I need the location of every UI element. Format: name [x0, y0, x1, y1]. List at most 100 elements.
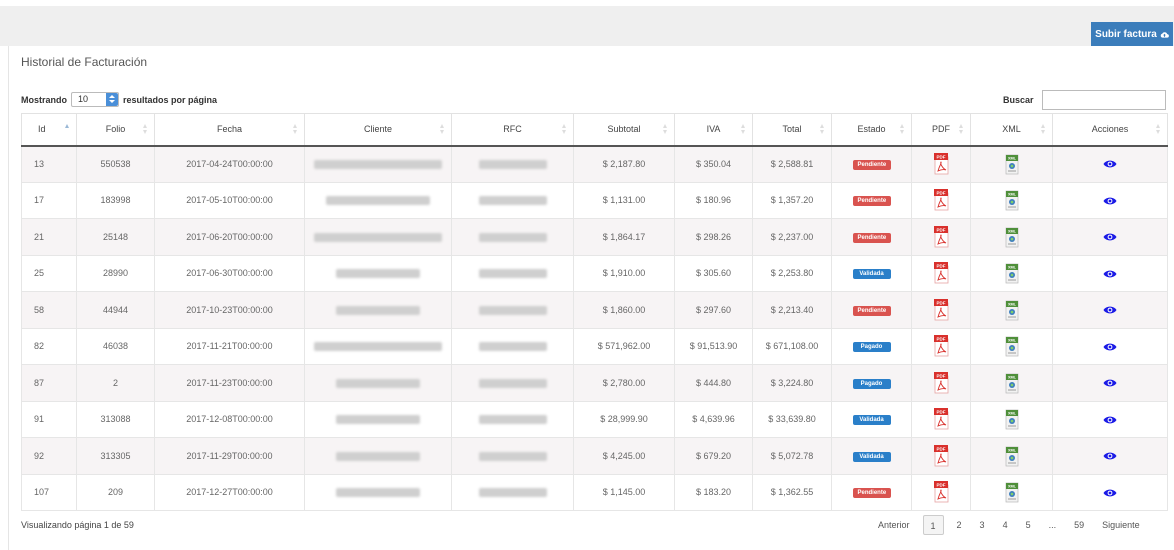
column-header-xml[interactable]: XML	[970, 113, 1053, 147]
view-eye-icon[interactable]	[1103, 159, 1117, 169]
length-suffix: resultados por página	[123, 94, 218, 105]
xml-file-icon[interactable]: XML	[1005, 299, 1019, 321]
pagination-page[interactable]: 3	[971, 515, 994, 535]
pagination-ellipsis: ...	[1048, 520, 1057, 530]
pagination-previous[interactable]: Anterior	[869, 515, 919, 535]
pdf-file-icon[interactable]: PDF	[933, 444, 949, 467]
cell-rfc	[451, 291, 574, 329]
pdf-file-icon[interactable]: PDF	[933, 189, 949, 211]
view-eye-icon[interactable]	[1103, 269, 1117, 279]
cell-iva: $ 305.60	[674, 254, 753, 292]
cell-estado: Pagado	[831, 364, 912, 402]
status-badge: Validada	[852, 451, 891, 462]
cell-acciones	[1052, 400, 1168, 438]
pdf-file-icon[interactable]: PDF	[933, 335, 949, 357]
column-header-pdf[interactable]: PDF	[911, 113, 971, 147]
pdf-file-icon[interactable]: PDF	[933, 298, 949, 321]
cell-estado: Pendiente	[831, 291, 912, 329]
cell-id: 13	[21, 145, 77, 183]
redacted-client	[336, 378, 420, 388]
cell-acciones	[1052, 254, 1168, 292]
cell-id: 91	[21, 400, 77, 438]
search-input[interactable]	[1041, 90, 1166, 110]
redacted-client	[336, 415, 420, 425]
view-eye-icon[interactable]	[1103, 342, 1117, 352]
page-length-select[interactable]: 10	[71, 92, 119, 107]
status-badge: Pagado	[852, 378, 891, 389]
cell-cliente	[304, 437, 452, 475]
xml-file-icon[interactable]: XML	[1005, 262, 1019, 284]
column-header-estado[interactable]: Estado	[831, 113, 912, 147]
cell-folio: 44944	[76, 291, 155, 329]
view-eye-icon[interactable]	[1103, 196, 1117, 206]
cell-xml: XML	[970, 218, 1053, 256]
column-header-acciones[interactable]: Acciones	[1052, 113, 1168, 147]
view-eye-icon[interactable]	[1103, 305, 1117, 315]
cell-xml: XML	[970, 400, 1053, 438]
sort-icon	[741, 124, 746, 134]
pdf-file-icon[interactable]: PDF	[933, 262, 949, 284]
cell-iva: $ 297.60	[674, 291, 753, 329]
column-header-label: Id	[38, 124, 46, 135]
redacted-client	[336, 451, 420, 461]
pdf-file-icon[interactable]: PDF	[933, 481, 949, 503]
cell-subtotal: $ 2,187.80	[573, 145, 675, 183]
view-eye-icon[interactable]	[1103, 378, 1117, 388]
xml-file-icon[interactable]: XML	[1005, 153, 1019, 175]
status-badge: Pendiente	[852, 488, 891, 499]
view-eye-icon[interactable]	[1103, 415, 1117, 425]
view-eye-icon[interactable]	[1103, 232, 1117, 242]
column-header-folio[interactable]: Folio	[76, 113, 155, 147]
pagination-next[interactable]: Siguiente	[1093, 515, 1149, 535]
sort-icon	[959, 124, 964, 134]
pagination-page[interactable]: 5	[1017, 515, 1040, 535]
xml-file-icon[interactable]: XML	[1005, 189, 1019, 211]
pagination-page[interactable]: 4	[994, 515, 1017, 535]
cell-pdf: PDF	[911, 291, 971, 329]
cell-cliente	[304, 254, 452, 292]
pdf-file-icon[interactable]: PDF	[933, 153, 949, 175]
pdf-file-icon[interactable]: PDF	[933, 371, 949, 394]
upload-invoice-button[interactable]: Subir factura	[1091, 22, 1173, 46]
cell-iva: $ 350.04	[674, 145, 753, 183]
cell-id: 21	[21, 218, 77, 256]
column-header-fecha[interactable]: Fecha	[154, 113, 305, 147]
column-header-rfc[interactable]: RFC	[451, 113, 574, 147]
pagination-page[interactable]: 1	[922, 515, 944, 535]
xml-file-icon[interactable]: XML	[1005, 445, 1019, 467]
pagination: Anterior 1 2 3 4 5... 59 Siguiente	[869, 515, 1149, 535]
cell-xml: XML	[970, 327, 1053, 365]
cell-total: $ 1,362.55	[752, 473, 832, 511]
pdf-file-icon[interactable]: PDF	[933, 225, 949, 248]
xml-file-icon[interactable]: XML	[1005, 335, 1019, 357]
pagination-page[interactable]: 2	[948, 515, 971, 535]
xml-file-icon[interactable]: XML	[1005, 481, 1019, 503]
cell-acciones	[1052, 437, 1168, 475]
redacted-rfc	[478, 232, 547, 242]
xml-file-icon[interactable]: XML	[1005, 408, 1019, 430]
xml-file-icon[interactable]: XML	[1005, 226, 1019, 248]
column-header-label: XML	[1002, 124, 1021, 135]
view-eye-icon[interactable]	[1103, 488, 1117, 498]
cell-pdf: PDF	[911, 364, 971, 402]
redacted-rfc	[478, 196, 547, 206]
svg-text:XML: XML	[1007, 412, 1016, 416]
svg-text:PDF: PDF	[936, 373, 945, 378]
column-header-iva[interactable]: IVA	[674, 113, 753, 147]
svg-text:PDF: PDF	[936, 337, 945, 342]
column-header-subtotal[interactable]: Subtotal	[573, 113, 675, 147]
sort-icon	[440, 124, 445, 134]
column-header-id[interactable]: Id	[21, 113, 77, 147]
table-row: 82 46038 2017-11-21T00:00:00 $ 571,962.00 $ …	[21, 327, 1168, 365]
pdf-file-icon[interactable]: PDF	[933, 408, 949, 430]
xml-file-icon[interactable]: XML	[1005, 372, 1019, 394]
table-row: 25 28990 2017-06-30T00:00:00 $ 1,910.00 $ 30…	[21, 254, 1168, 292]
column-header-cliente[interactable]: Cliente	[304, 113, 452, 147]
view-eye-icon[interactable]	[1103, 451, 1117, 461]
column-header-total[interactable]: Total	[752, 113, 832, 147]
status-badge: Pendiente	[852, 160, 891, 170]
invoice-history-panel: Historial de Facturación Mostrando 10 re…	[8, 46, 1174, 550]
cell-pdf: PDF	[911, 400, 971, 438]
cell-fecha: 2017-04-24T00:00:00	[154, 145, 305, 183]
pagination-page[interactable]: 59	[1065, 515, 1093, 535]
